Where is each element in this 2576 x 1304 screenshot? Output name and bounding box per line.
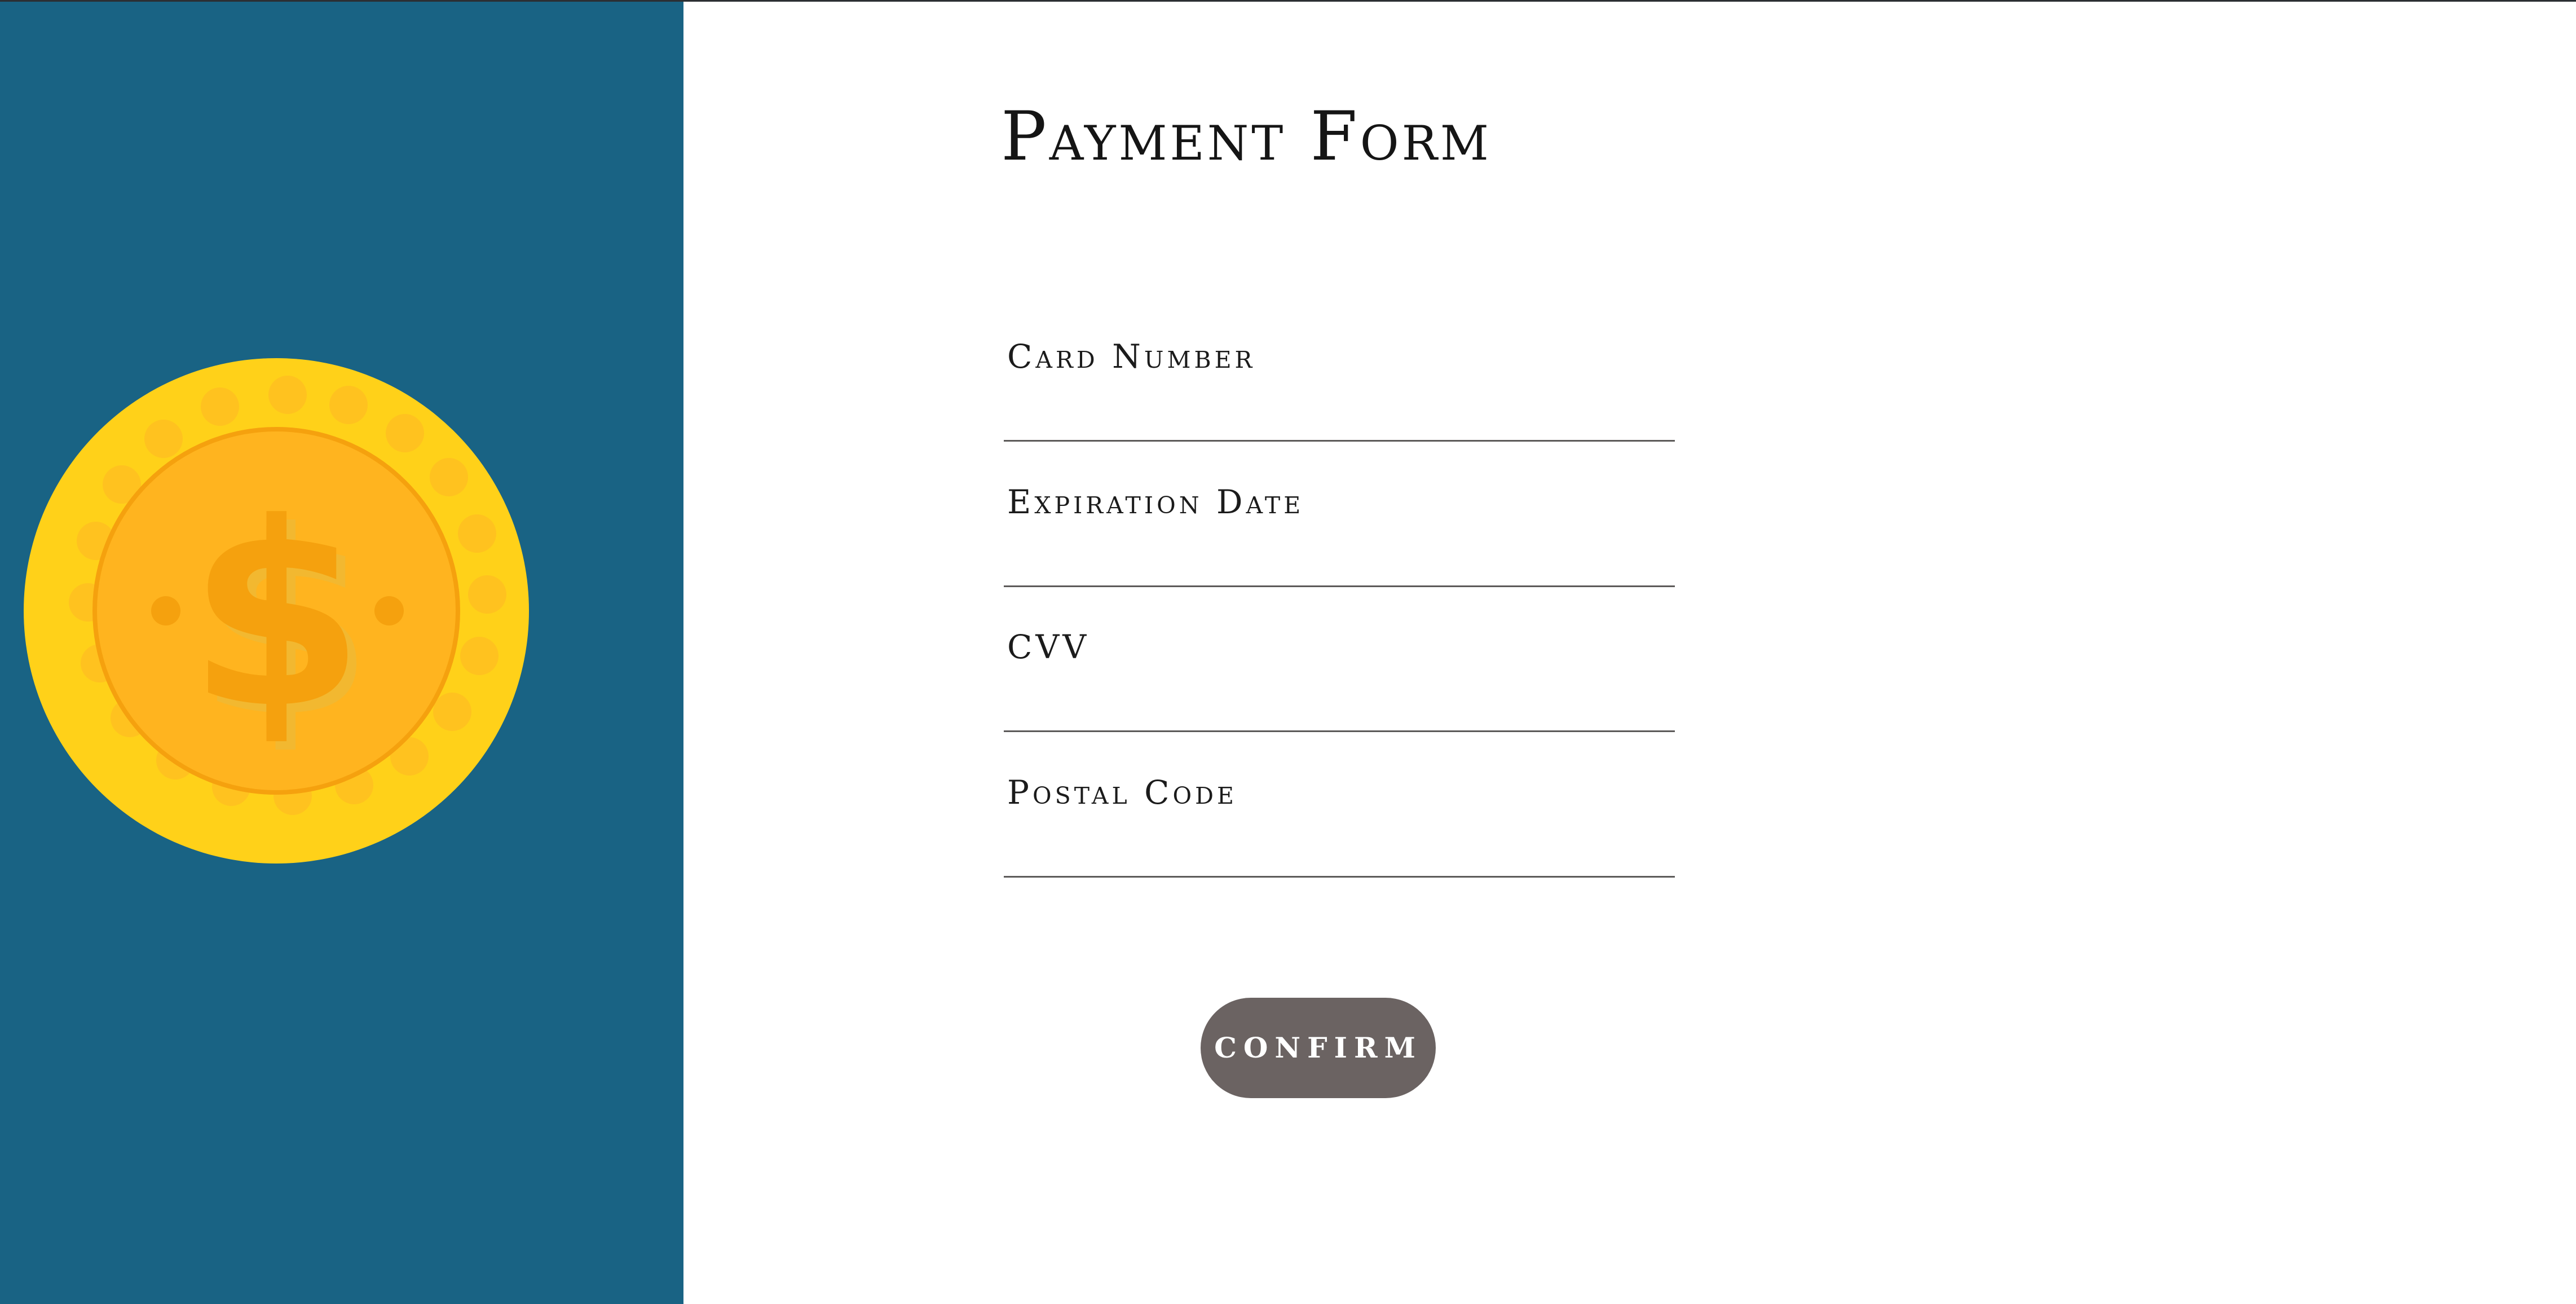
page-title: Payment Form xyxy=(1001,98,1492,176)
postal-code-label: Postal Code xyxy=(1007,773,1237,812)
expiration-date-input[interactable] xyxy=(1004,536,1675,587)
cvv-field-group: CVV xyxy=(1004,631,1675,760)
payment-page: $ $ Payment Form Card Number Expiration … xyxy=(0,0,2576,1304)
cvv-label: CVV xyxy=(1007,628,1090,666)
card-number-field-group: Card Number xyxy=(1004,340,1675,470)
expiration-date-label: Expiration Date xyxy=(1007,483,1304,521)
illustration-panel: $ $ xyxy=(0,2,683,1304)
expiration-date-field-group: Expiration Date xyxy=(1004,486,1675,615)
postal-code-field-group: Postal Code xyxy=(1004,776,1675,906)
card-number-input[interactable] xyxy=(1004,391,1675,442)
svg-text:$: $ xyxy=(188,469,364,764)
postal-code-input[interactable] xyxy=(1004,827,1675,878)
dollar-coin-icon: $ $ xyxy=(24,358,529,864)
cvv-input[interactable] xyxy=(1004,681,1675,732)
card-number-label: Card Number xyxy=(1007,337,1256,376)
payment-form: Payment Form Card Number Expiration Date… xyxy=(683,2,2576,1304)
confirm-button[interactable]: Confirm xyxy=(1201,998,1436,1098)
